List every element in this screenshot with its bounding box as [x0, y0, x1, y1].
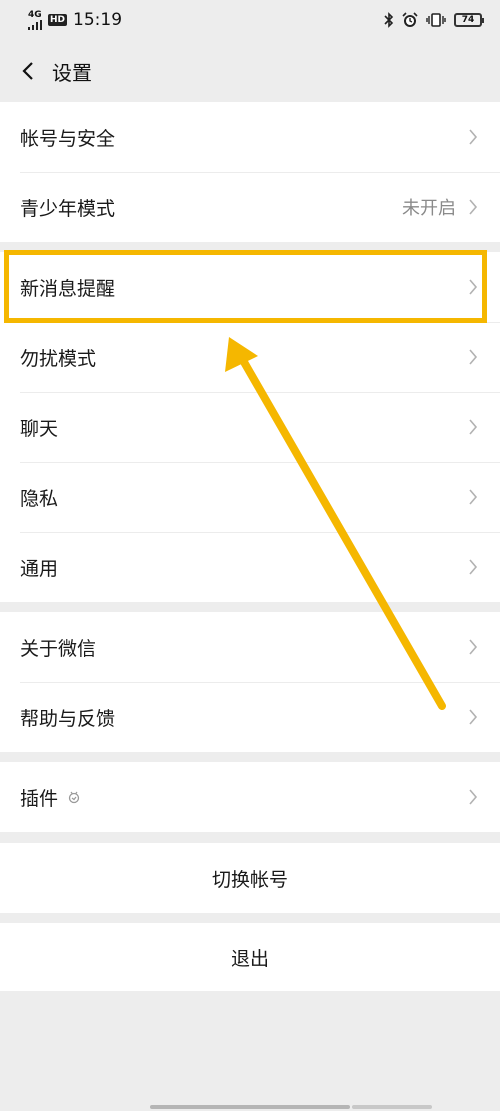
bluetooth-icon — [384, 12, 394, 28]
chevron-right-icon — [469, 559, 478, 575]
chevron-right-icon — [469, 639, 478, 655]
network-type: 4G — [28, 9, 42, 20]
settings-item-about-wechat[interactable]: 关于微信 — [0, 612, 500, 682]
chevron-right-icon — [469, 349, 478, 365]
chevron-right-icon — [469, 419, 478, 435]
chevron-right-icon — [469, 129, 478, 145]
settings-item-label: 新消息提醒 — [20, 277, 116, 300]
back-icon[interactable] — [20, 62, 38, 80]
settings-item-help-feedback[interactable]: 帮助与反馈 — [0, 682, 500, 752]
hd-badge: HD — [48, 14, 68, 26]
status-bar: 4G HD 15:19 74 — [0, 0, 500, 40]
vibrate-icon — [426, 13, 446, 27]
teen-mode-status: 未开启 — [402, 198, 456, 219]
home-indicator — [150, 1105, 350, 1109]
status-left: 4G HD 15:19 — [28, 10, 122, 30]
settings-item-privacy[interactable]: 隐私 — [0, 462, 500, 532]
battery-icon: 74 — [454, 13, 484, 27]
top-nav: 设置 — [0, 40, 500, 102]
chevron-right-icon — [469, 789, 478, 805]
settings-item-teen-mode[interactable]: 青少年模式 未开启 — [0, 172, 500, 242]
logout-label: 退出 — [230, 947, 269, 970]
settings-item-label: 青少年模式 — [20, 197, 116, 220]
settings-group-about: 关于微信 帮助与反馈 — [0, 612, 500, 752]
switch-account-button[interactable]: 切换帐号 — [0, 843, 500, 913]
settings-item-do-not-disturb[interactable]: 勿扰模式 — [0, 322, 500, 392]
settings-group-general: 新消息提醒 勿扰模式 聊天 隐私 通用 — [0, 252, 500, 602]
settings-item-chat[interactable]: 聊天 — [0, 392, 500, 462]
settings-item-plugins[interactable]: 插件 — [0, 762, 500, 832]
settings-group-account: 帐号与安全 青少年模式 未开启 — [0, 102, 500, 242]
settings-item-label: 通用 — [20, 557, 59, 580]
settings-item-label: 勿扰模式 — [20, 347, 97, 370]
settings-item-label: 插件 — [20, 787, 59, 810]
chevron-right-icon — [469, 199, 478, 215]
settings-item-account-security[interactable]: 帐号与安全 — [0, 102, 500, 172]
settings-item-general[interactable]: 通用 — [0, 532, 500, 602]
settings-item-new-message-notifications[interactable]: 新消息提醒 — [0, 252, 500, 322]
plugin-icon — [68, 791, 80, 804]
settings-item-label: 聊天 — [20, 417, 59, 440]
settings-item-label: 帐号与安全 — [20, 127, 116, 150]
settings-item-label: 隐私 — [20, 487, 59, 510]
settings-item-label: 帮助与反馈 — [20, 707, 116, 730]
chevron-right-icon — [469, 709, 478, 725]
alarm-icon — [402, 12, 418, 27]
settings-item-label: 关于微信 — [20, 637, 97, 660]
status-time: 15:19 — [73, 10, 123, 30]
battery-level: 74 — [461, 15, 475, 25]
status-right: 74 — [384, 12, 484, 28]
chevron-right-icon — [469, 489, 478, 505]
chevron-right-icon — [469, 279, 478, 295]
signal-icon — [28, 19, 42, 30]
page-title: 设置 — [52, 60, 92, 85]
switch-account-label: 切换帐号 — [211, 868, 288, 891]
home-indicator-secondary — [352, 1105, 432, 1109]
settings-group-plugins: 插件 — [0, 762, 500, 832]
network-indicator: 4G — [28, 9, 42, 30]
logout-button[interactable]: 退出 — [0, 923, 500, 991]
